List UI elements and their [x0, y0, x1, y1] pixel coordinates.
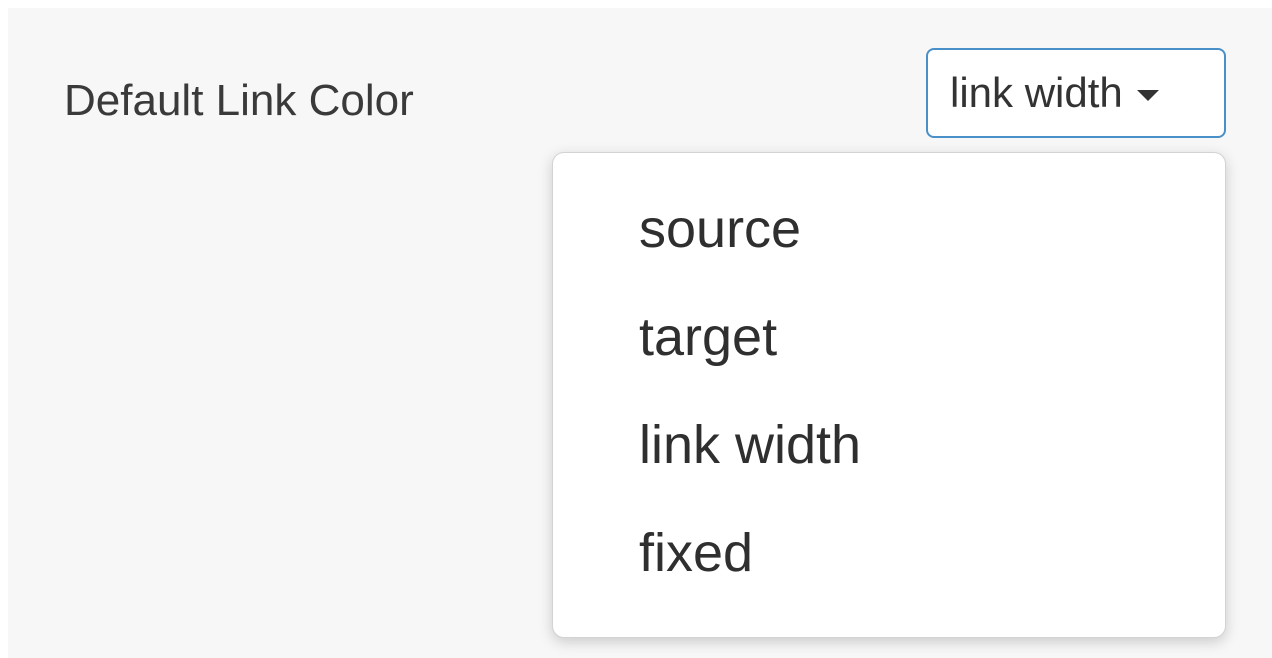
menu-option-link-width[interactable]: link width	[553, 391, 1225, 499]
select-current-value: link width	[950, 69, 1123, 116]
menu-option-source[interactable]: source	[553, 175, 1225, 283]
caret-down-icon	[1136, 89, 1159, 101]
menu-option-fixed[interactable]: fixed	[553, 499, 1225, 607]
link-color-select[interactable]: link width	[926, 48, 1226, 138]
default-link-color-label: Default Link Color	[64, 76, 414, 125]
menu-option-target[interactable]: target	[553, 283, 1225, 391]
link-color-dropdown-menu: source target link width fixed	[552, 152, 1226, 638]
